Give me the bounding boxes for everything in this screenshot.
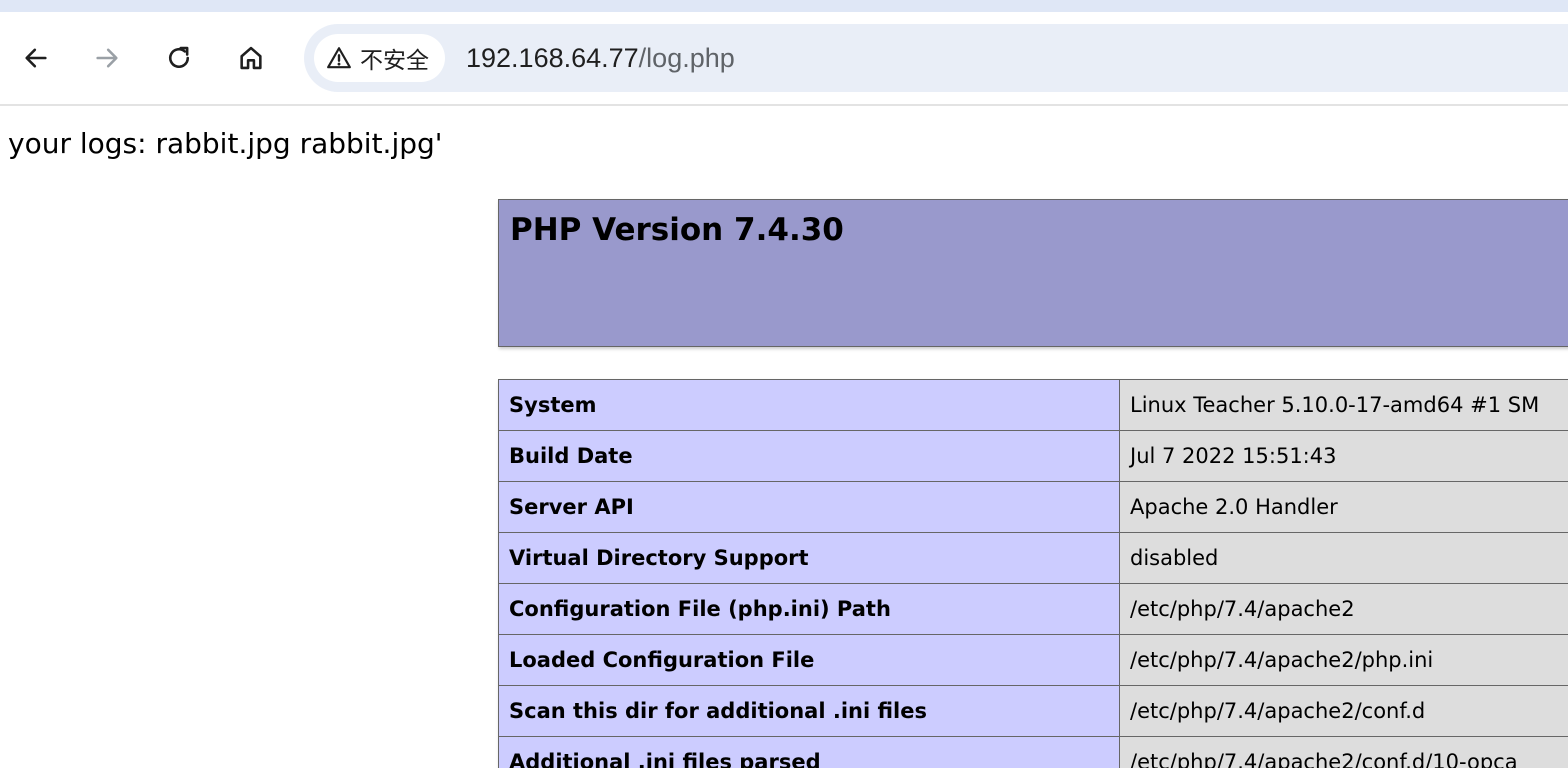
php-version-header: PHP Version 7.4.30	[498, 199, 1568, 347]
row-value: /etc/php/7.4/apache2/conf.d/10-opca	[1119, 736, 1568, 768]
url-path: /log.php	[638, 43, 735, 73]
row-value: Jul 7 2022 15:51:43	[1119, 430, 1568, 482]
row-value: /etc/php/7.4/apache2	[1119, 583, 1568, 635]
arrow-right-icon	[96, 48, 118, 68]
address-bar[interactable]: 不安全 192.168.64.77/log.php	[304, 24, 1568, 92]
browser-toolbar: 不安全 192.168.64.77/log.php	[0, 12, 1568, 106]
row-label: Virtual Directory Support	[498, 532, 1120, 584]
security-label: 不安全	[360, 47, 429, 73]
home-icon	[240, 46, 262, 70]
php-version-title: PHP Version 7.4.30	[510, 212, 844, 248]
warning-triangle-icon	[327, 47, 351, 69]
forward-button[interactable]	[87, 38, 127, 78]
row-label: System	[498, 379, 1120, 431]
reload-button[interactable]	[159, 38, 199, 78]
row-label: Additional .ini files parsed	[498, 736, 1120, 768]
table-row: Virtual Directory Support disabled	[498, 532, 1568, 584]
row-value: Linux Teacher 5.10.0-17-amd64 #1 SM	[1119, 379, 1568, 431]
table-row: System Linux Teacher 5.10.0-17-amd64 #1 …	[498, 379, 1568, 431]
log-output-text: your logs: rabbit.jpg rabbit.jpg'	[8, 127, 443, 160]
row-label: Loaded Configuration File	[498, 634, 1120, 686]
row-value: disabled	[1119, 532, 1568, 584]
browser-window: 不安全 192.168.64.77/log.php your logs: rab…	[0, 0, 1568, 768]
table-row: Loaded Configuration File /etc/php/7.4/a…	[498, 634, 1568, 686]
row-label: Scan this dir for additional .ini files	[498, 685, 1120, 737]
row-value: /etc/php/7.4/apache2/php.ini	[1119, 634, 1568, 686]
url-host: 192.168.64.77	[466, 43, 639, 73]
url-text[interactable]: 192.168.64.77/log.php	[466, 38, 735, 78]
row-label: Server API	[498, 481, 1120, 533]
arrow-left-icon	[25, 48, 47, 68]
table-row: Build Date Jul 7 2022 15:51:43	[498, 430, 1568, 482]
row-label: Configuration File (php.ini) Path	[498, 583, 1120, 635]
table-row: Scan this dir for additional .ini files …	[498, 685, 1568, 737]
reload-icon	[169, 46, 190, 69]
table-row: Additional .ini files parsed /etc/php/7.…	[498, 736, 1568, 768]
table-row: Configuration File (php.ini) Path /etc/p…	[498, 583, 1568, 635]
row-value: Apache 2.0 Handler	[1119, 481, 1568, 533]
tab-strip	[0, 0, 1568, 12]
php-info-table: System Linux Teacher 5.10.0-17-amd64 #1 …	[498, 379, 1568, 768]
row-label: Build Date	[498, 430, 1120, 482]
back-button[interactable]	[16, 38, 56, 78]
row-value: /etc/php/7.4/apache2/conf.d	[1119, 685, 1568, 737]
security-indicator[interactable]: 不安全	[314, 34, 445, 82]
home-button[interactable]	[231, 38, 271, 78]
table-row: Server API Apache 2.0 Handler	[498, 481, 1568, 533]
